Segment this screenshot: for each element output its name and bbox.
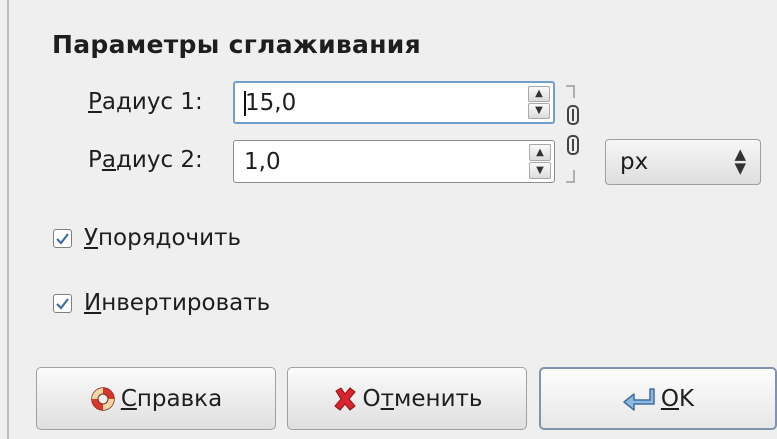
cancel-x-icon [332, 386, 358, 412]
blur-dialog: Параметры сглаживания Радиус 1: ▲ ▼ Ради… [0, 0, 777, 439]
radius1-spin-buttons: ▲ ▼ [528, 86, 550, 119]
help-mnemonic: С [120, 385, 137, 412]
ok-mnemonic: O [660, 385, 679, 412]
checkmark-icon [56, 232, 69, 245]
radius2-increment-button[interactable]: ▲ [529, 144, 551, 161]
order-label-mnemonic: У [84, 225, 99, 251]
invert-checkbox-label: Инвертировать [84, 290, 270, 316]
radius2-spinbox[interactable]: ▲ ▼ [233, 140, 555, 183]
help-rest: правка [136, 385, 223, 412]
radius1-input[interactable] [241, 83, 521, 122]
arrow-down-icon: ▼ [536, 164, 544, 176]
ok-button[interactable]: OK [539, 367, 777, 430]
updown-arrows-icon: ▲ ▼ [734, 147, 746, 177]
arrow-up-icon: ▲ [536, 146, 544, 158]
radius1-increment-button[interactable]: ▲ [528, 86, 550, 102]
window-edge [7, 0, 9, 439]
order-checkbox-label: Упорядочить [84, 225, 241, 251]
order-label-rest: порядочить [98, 225, 242, 251]
radius1-label-rest: адиус 1: [101, 89, 203, 115]
chain-button[interactable] [561, 84, 585, 184]
unit-arrow-down: ▼ [734, 159, 746, 177]
ok-button-label: OK [661, 386, 694, 412]
unit-selector[interactable]: px ▲ ▼ [605, 139, 761, 185]
order-checkbox-row[interactable]: Упорядочить [53, 225, 241, 251]
radius1-label: Радиус 1: [88, 89, 203, 115]
cancel-mnemonic: т [380, 385, 395, 412]
help-button[interactable]: Справка [36, 367, 276, 430]
radius2-label: Радиус 2: [88, 147, 203, 173]
return-arrow-icon [622, 386, 656, 412]
arrow-down-icon: ▼ [535, 105, 543, 116]
ok-rest: K [679, 385, 695, 412]
invert-label-mnemonic: И [84, 290, 102, 316]
radius1-decrement-button[interactable]: ▼ [528, 103, 550, 119]
invert-checkbox[interactable] [53, 293, 72, 313]
radius2-label-rest: диус 2: [115, 147, 203, 173]
radius2-label-prefix: Р [88, 147, 102, 173]
order-checkbox[interactable] [53, 228, 72, 248]
cancel-rest: менить [394, 385, 483, 412]
invert-label-rest: нвертировать [101, 290, 271, 316]
cancel-prefix: О [362, 385, 381, 412]
cancel-button[interactable]: Отменить [287, 367, 527, 430]
lifebuoy-icon [90, 386, 116, 412]
radius2-input[interactable] [240, 141, 520, 182]
arrow-up-icon: ▲ [535, 88, 543, 99]
cancel-button-label: Отменить [363, 386, 483, 412]
radius2-spin-buttons: ▲ ▼ [529, 144, 551, 179]
radius1-label-mnemonic: Р [88, 89, 102, 115]
radius2-label-mnemonic: а [101, 147, 116, 173]
help-button-label: Справка [121, 386, 222, 412]
unit-value: px [620, 149, 649, 175]
invert-checkbox-row[interactable]: Инвертировать [53, 290, 270, 316]
chain-link-icon [566, 85, 579, 183]
radius1-spinbox[interactable]: ▲ ▼ [233, 81, 555, 124]
group-title: Параметры сглаживания [52, 30, 421, 59]
checkmark-icon [56, 297, 69, 310]
radius2-decrement-button[interactable]: ▼ [529, 162, 551, 179]
